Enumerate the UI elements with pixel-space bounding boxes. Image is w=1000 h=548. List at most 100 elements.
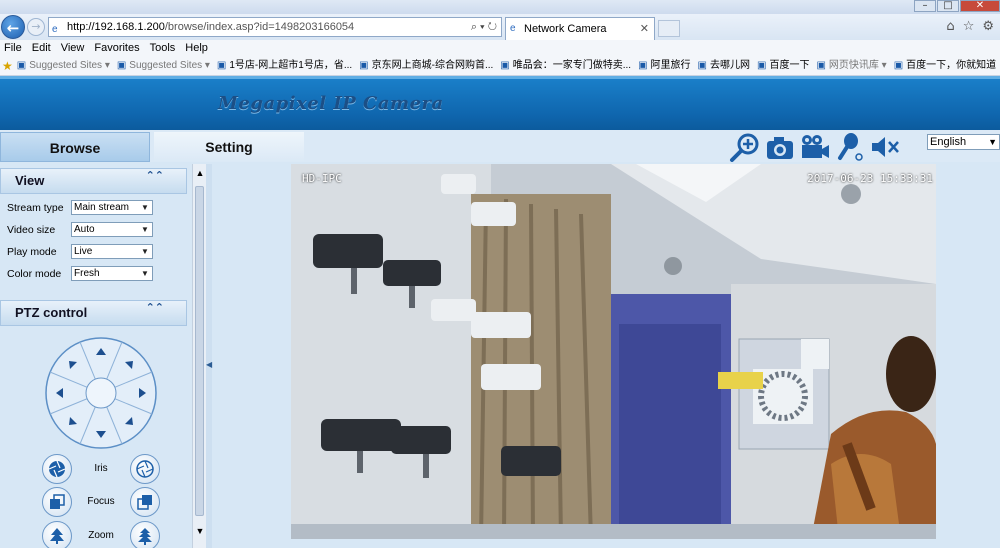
left-panel-scrollbar[interactable]: ▲ ▼ (192, 164, 206, 548)
focus-row: Focus (42, 487, 160, 517)
left-control-panel: View ⌃⌃ Stream type Main stream ▼ Video s… (0, 164, 192, 548)
focus-far-icon (137, 495, 152, 510)
favorite-link-5[interactable]: ▣ 阿里旅行 (636, 56, 695, 75)
live-video-view[interactable]: HD-IPC 2017-06-23 15:33:31 (291, 164, 936, 539)
favorite-site-icon: ▣ (500, 59, 510, 71)
main-tabs: Browse Setting English ▼ (0, 130, 1000, 162)
favorite-link-3[interactable]: ▣ 京东网上商城-综合网购首... (357, 56, 498, 75)
menu-file[interactable]: File (0, 40, 28, 56)
favorite-site-icon: ▣ (116, 59, 127, 71)
tab-page-icon: e (510, 23, 516, 34)
zoom-in-icon[interactable] (728, 132, 761, 162)
favorites-star-icon[interactable]: ☆ (963, 19, 975, 34)
favorite-link-label: 唯品会：一家专门做特卖... (512, 59, 632, 71)
close-window-button[interactable]: ✕ (960, 0, 1000, 12)
favorite-link-label: 1号店-网上超市1号店，省... (229, 59, 353, 71)
talk-microphone-icon[interactable] (833, 132, 866, 162)
favorites-bar: ★ ▣ Suggested Sites ▾ ▣ Suggested Sites ▾ ▣ 1… (0, 56, 1000, 76)
address-host: http://192.168.1.200 (67, 21, 165, 33)
camera-feed-image (291, 164, 936, 539)
forward-button[interactable]: → (27, 18, 45, 36)
tools-gear-icon[interactable]: ⚙ (982, 19, 994, 34)
tree-large-icon (138, 528, 152, 545)
maximize-button[interactable]: □ (937, 0, 959, 12)
language-select[interactable]: English ▼ (927, 134, 1000, 150)
favorite-link-8[interactable]: ▣ 网页快讯库 ▾ (814, 56, 891, 75)
osd-timestamp: 2017-06-23 15:33:31 (807, 172, 933, 185)
menu-view[interactable]: View (57, 40, 91, 56)
brand-title: Megapixel IP Camera (218, 93, 444, 114)
focus-near-icon (50, 494, 65, 509)
menu-help[interactable]: Help (181, 40, 214, 56)
aperture-icon (48, 460, 66, 478)
tab-browse[interactable]: Browse (0, 132, 150, 162)
aperture-icon (136, 460, 154, 478)
stream-type-row: Stream type Main stream ▼ (7, 200, 153, 216)
favorite-link-1[interactable]: ▣ Suggested Sites ▾ (115, 56, 215, 75)
address-bar[interactable]: e http://192.168.1.200/browse/index.asp?… (48, 17, 502, 37)
favorite-link-label: 百度一下，你就知道 (906, 59, 997, 71)
favorite-link-0[interactable]: ▣ Suggested Sites ▾ (15, 56, 115, 75)
panel-splitter[interactable]: ◀ (206, 164, 212, 548)
color-mode-value: Fresh (74, 268, 100, 279)
collapse-up-icon[interactable]: ⌃⌃ (146, 301, 164, 314)
tab-close-icon[interactable]: ✕ (640, 18, 649, 40)
favorite-site-icon: ▣ (359, 59, 369, 71)
chevron-down-icon: ▼ (988, 137, 997, 147)
home-icon[interactable]: ⌂ (946, 19, 954, 34)
new-tab-button[interactable] (658, 20, 680, 37)
iris-open-button[interactable] (130, 454, 160, 484)
play-mode-row: Play mode Live ▼ (7, 244, 153, 260)
play-mode-value: Live (74, 246, 93, 257)
menu-favorites[interactable]: Favorites (90, 40, 145, 56)
favorite-link-6[interactable]: ▣ 去哪儿网 (696, 56, 755, 75)
scroll-down-icon[interactable]: ▼ (193, 526, 207, 536)
favorite-link-2[interactable]: ▣ 1号店-网上超市1号店，省... (215, 56, 357, 75)
snapshot-camera-icon[interactable] (763, 132, 796, 162)
ptz-section-title: PTZ control (15, 305, 88, 320)
browser-tab[interactable]: e Network Camera ✕ (505, 17, 655, 40)
zoom-label: Zoom (88, 530, 114, 541)
focus-label: Focus (87, 496, 115, 507)
scroll-up-icon[interactable]: ▲ (193, 168, 207, 178)
back-button[interactable]: ← (1, 15, 25, 39)
page-icon: e (52, 24, 58, 35)
collapse-left-icon[interactable]: ◀ (206, 360, 212, 369)
favorite-link-9[interactable]: ▣ 百度一下，你就知道 (892, 56, 1000, 75)
favorite-link-7[interactable]: ▣ 百度一下 (755, 56, 814, 75)
minimize-button[interactable]: – (914, 0, 936, 12)
focus-far-button[interactable] (130, 487, 160, 517)
stream-type-select[interactable]: Main stream ▼ (71, 200, 153, 215)
video-size-select[interactable]: Auto ▼ (71, 222, 153, 237)
tab-setting[interactable]: Setting (154, 132, 304, 162)
chevron-down-icon: ▼ (141, 247, 149, 256)
address-tools[interactable]: ⌕ ▾ ↻ (471, 18, 497, 36)
favorite-link-4[interactable]: ▣ 唯品会：一家专门做特卖... (498, 56, 636, 75)
ptz-section-header[interactable]: PTZ control ⌃⌃ (0, 300, 187, 326)
color-mode-label: Color mode (7, 268, 62, 280)
mute-speaker-icon[interactable] (868, 132, 901, 162)
iris-close-button[interactable] (42, 454, 72, 484)
scroll-thumb[interactable] (195, 186, 204, 516)
favorites-star-icon[interactable]: ★ (0, 56, 15, 75)
camera-web-page: Megapixel IP Camera Browse Setting Engli… (0, 76, 1000, 548)
zoom-in-button[interactable] (130, 521, 160, 548)
color-mode-row: Color mode Fresh ▼ (7, 266, 153, 282)
iris-label: Iris (94, 463, 108, 474)
focus-near-button[interactable] (42, 487, 72, 517)
menu-edit[interactable]: Edit (28, 40, 57, 56)
collapse-up-icon[interactable]: ⌃⌃ (146, 169, 164, 182)
menu-tools[interactable]: Tools (146, 40, 182, 56)
view-section-header[interactable]: View ⌃⌃ (0, 168, 187, 194)
video-size-label: Video size (7, 224, 56, 236)
record-video-icon[interactable] (798, 132, 831, 162)
zoom-out-button[interactable] (42, 521, 72, 548)
favorite-link-label: 阿里旅行 (650, 59, 691, 71)
favorite-link-label: 去哪儿网 (710, 59, 750, 71)
stream-type-label: Stream type (7, 202, 64, 214)
favorite-site-icon: ▣ (638, 59, 648, 71)
color-mode-select[interactable]: Fresh ▼ (71, 266, 153, 281)
stream-type-value: Main stream (74, 202, 130, 213)
play-mode-select[interactable]: Live ▼ (71, 244, 153, 259)
browser-nav-bar: ← → e http://192.168.1.200/browse/index.… (0, 14, 1000, 40)
